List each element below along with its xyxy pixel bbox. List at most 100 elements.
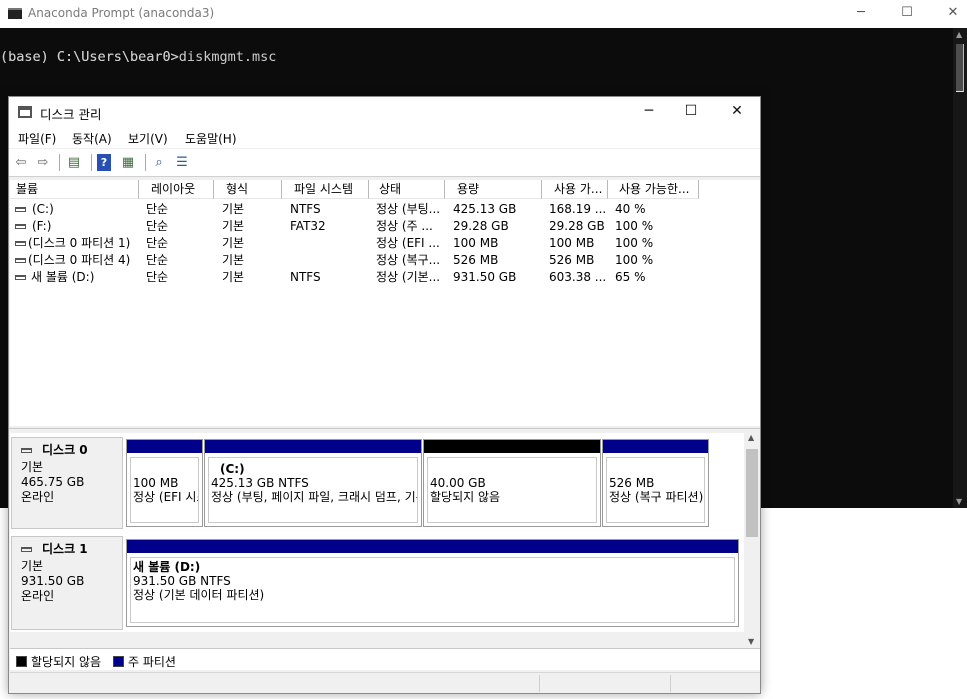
disk-1-label[interactable]: 디스크 1 기본 931.50 GB 온라인 (11, 536, 123, 630)
forward-arrow-icon[interactable]: ⇨ (34, 154, 52, 171)
toolbar-separator (145, 154, 146, 171)
scroll-up-arrow-icon[interactable]: ▲ (956, 30, 962, 39)
partition-type-bar (205, 440, 421, 453)
dm-maximize-button[interactable]: ☐ (668, 97, 714, 126)
volume-type: 기본 (222, 236, 245, 250)
volume-list[interactable]: 볼륨 레이아웃 형식 파일 시스템 상태 용량 사용 가... 사용 가능한..… (10, 180, 760, 426)
partition-efi[interactable]: 100 MB정상 (EFI 시스템 파티션) (126, 439, 203, 527)
partition-type-bar (424, 440, 600, 453)
column-header-free-space[interactable]: 사용 가... (542, 180, 608, 199)
graph-scrollbar[interactable]: ▲ ▼ (744, 433, 760, 646)
console-close-button[interactable]: ✕ (930, 0, 967, 28)
partition-c[interactable]: (C:) 425.13 GB NTFS 정상 (부팅, 페이지 파일, 크래시 덤프… (204, 439, 422, 527)
column-header-status[interactable]: 상태 (369, 180, 445, 199)
partition-d[interactable]: 새 볼륨 (D:) 931.50 GB NTFS 정상 (기본 데이터 파티션) (126, 539, 739, 627)
toolbar: ⇦ ⇨ ▤ ? ▦ ⌕ ☰ (9, 149, 760, 177)
console-scrollbar[interactable]: ▲ ▼ (953, 28, 967, 508)
console-title-bar[interactable]: Anaconda Prompt (anaconda3) ─ ☐ ✕ (0, 0, 967, 28)
legend-label: 주 파티션 (128, 655, 176, 669)
volume-capacity: 526 MB (453, 253, 499, 267)
volume-name: (F:) (32, 219, 52, 233)
volume-layout: 단순 (146, 270, 169, 284)
column-header-layout[interactable]: 레이아웃 (139, 180, 214, 199)
console-maximize-button[interactable]: ☐ (884, 0, 930, 28)
help-icon[interactable]: ? (97, 154, 111, 171)
volume-drive-icon (15, 258, 26, 263)
partition-text: 새 볼륨 (D:) 931.50 GB NTFS 정상 (기본 데이터 파티션) (133, 560, 734, 602)
properties-icon[interactable]: ▦ (119, 154, 137, 171)
volume-layout: 단순 (146, 236, 169, 250)
volume-status: 정상 (기본... (376, 270, 441, 284)
volume-type: 기본 (222, 270, 245, 284)
volume-row[interactable]: (C:) 단순 기본 NTFS 정상 (부팅... 425.13 GB 168.… (10, 201, 760, 218)
volume-status: 정상 (EFI ... (376, 236, 440, 250)
scroll-down-arrow-icon[interactable]: ▼ (748, 637, 754, 646)
legend-swatch (16, 656, 27, 667)
column-header-percent-free[interactable]: 사용 가능한... (608, 180, 699, 199)
volume-row[interactable]: 새 볼륨 (D:) 단순 기본 NTFS 정상 (기본... 931.50 GB… (10, 269, 760, 286)
volume-row[interactable]: (F:) 단순 기본 FAT32 정상 (주 ... 29.28 GB 29.2… (10, 218, 760, 235)
partition-size: 100 MB (133, 476, 179, 490)
partition-type-bar (127, 440, 202, 453)
dm-minimize-button[interactable]: ─ (626, 97, 672, 126)
volume-drive-icon (15, 241, 26, 246)
menu-help[interactable]: 도움말(H) (185, 130, 237, 147)
menu-action[interactable]: 동작(A) (72, 130, 112, 147)
partition-title: (C:) (220, 462, 245, 476)
partition-size: 526 MB (609, 476, 655, 490)
volume-capacity: 425.13 GB (453, 202, 517, 216)
disk-0-label[interactable]: 디스크 0 기본 465.75 GB 온라인 (11, 437, 123, 529)
scroll-up-arrow-icon[interactable]: ▲ (748, 433, 754, 442)
legend-swatch (113, 656, 124, 667)
disk-1-size: 931.50 GB (21, 574, 85, 588)
volume-name-cell: 새 볼륨 (D:) (15, 269, 141, 286)
rescan-icon[interactable]: ⌕ (150, 154, 168, 171)
status-divider (670, 675, 671, 692)
volume-type: 기본 (222, 202, 245, 216)
console-app-icon (8, 8, 22, 19)
column-header-file-system[interactable]: 파일 시스템 (282, 180, 369, 199)
scroll-down-arrow-icon[interactable]: ▼ (956, 497, 962, 506)
partition-title: 새 볼륨 (D:) (133, 560, 201, 574)
partition-recovery[interactable]: 526 MB 정상 (복구 파티션) (602, 439, 709, 527)
volume-file-system: FAT32 (290, 219, 326, 233)
dm-close-button[interactable]: ✕ (714, 97, 760, 126)
pane-splitter[interactable] (9, 428, 760, 432)
status-bar (10, 672, 760, 693)
back-arrow-icon[interactable]: ⇦ (12, 154, 30, 171)
volume-row[interactable]: (디스크 0 파티션 4) 단순 기본 정상 (복구... 526 MB 526… (10, 252, 760, 269)
volume-capacity: 931.50 GB (453, 270, 517, 284)
console-tree-icon[interactable]: ▤ (65, 154, 83, 171)
volume-row[interactable]: (디스크 0 파티션 1) 단순 기본 정상 (EFI ... 100 MB 1… (10, 235, 760, 252)
volume-percent-free: 65 % (615, 270, 646, 284)
graph-scroll-thumb[interactable] (746, 449, 758, 537)
disk-management-window[interactable]: 디스크 관리 ─ ☐ ✕ 파일(F) 동작(A) 보기(V) 도움말(H) ⇦ … (8, 96, 761, 694)
console-scroll-thumb[interactable] (956, 44, 964, 92)
menu-view[interactable]: 보기(V) (128, 130, 168, 147)
partition-status: 정상 (기본 데이터 파티션) (133, 588, 265, 602)
dm-title-bar[interactable]: 디스크 관리 ─ ☐ ✕ (9, 97, 760, 126)
volume-name: (디스크 0 파티션 1) (28, 236, 131, 250)
list-view-icon[interactable]: ☰ (173, 154, 191, 171)
partition-status: 정상 (부팅, 페이지 파일, 크래시 덤프, 기본 데이터 파티션) (211, 490, 417, 504)
disk-0-type: 기본 (21, 460, 44, 474)
disk-management-app-icon (18, 106, 32, 118)
console-minimize-button[interactable]: ─ (838, 0, 884, 28)
column-header-type[interactable]: 형식 (214, 180, 282, 199)
column-header-capacity[interactable]: 용량 (445, 180, 542, 199)
partition-unallocated[interactable]: 40.00 GB 할당되지 않음 (423, 439, 601, 527)
volume-name-cell: (C:) (15, 201, 141, 218)
volume-status: 정상 (주 ... (376, 219, 433, 233)
disk-graphical-view[interactable]: 디스크 0 기본 465.75 GB 온라인 100 MB정상 (EFI 시스템… (10, 433, 744, 632)
volume-file-system (290, 252, 370, 269)
disk-icon (21, 448, 32, 453)
volume-capacity: 29.28 GB (453, 219, 509, 233)
column-header-volume[interactable]: 볼륨 (10, 180, 139, 199)
menu-file[interactable]: 파일(F) (18, 130, 56, 147)
partition-size: 40.00 GB (430, 476, 486, 490)
volume-list-header: 볼륨 레이아웃 형식 파일 시스템 상태 용량 사용 가... 사용 가능한..… (10, 180, 760, 199)
partition-type-bar (127, 540, 738, 553)
console-output[interactable]: (base) C:\Users\bear0>diskmgmt.msc (base)… (0, 42, 276, 73)
console-title: Anaconda Prompt (anaconda3) (28, 6, 215, 20)
volume-drive-icon (15, 224, 26, 229)
